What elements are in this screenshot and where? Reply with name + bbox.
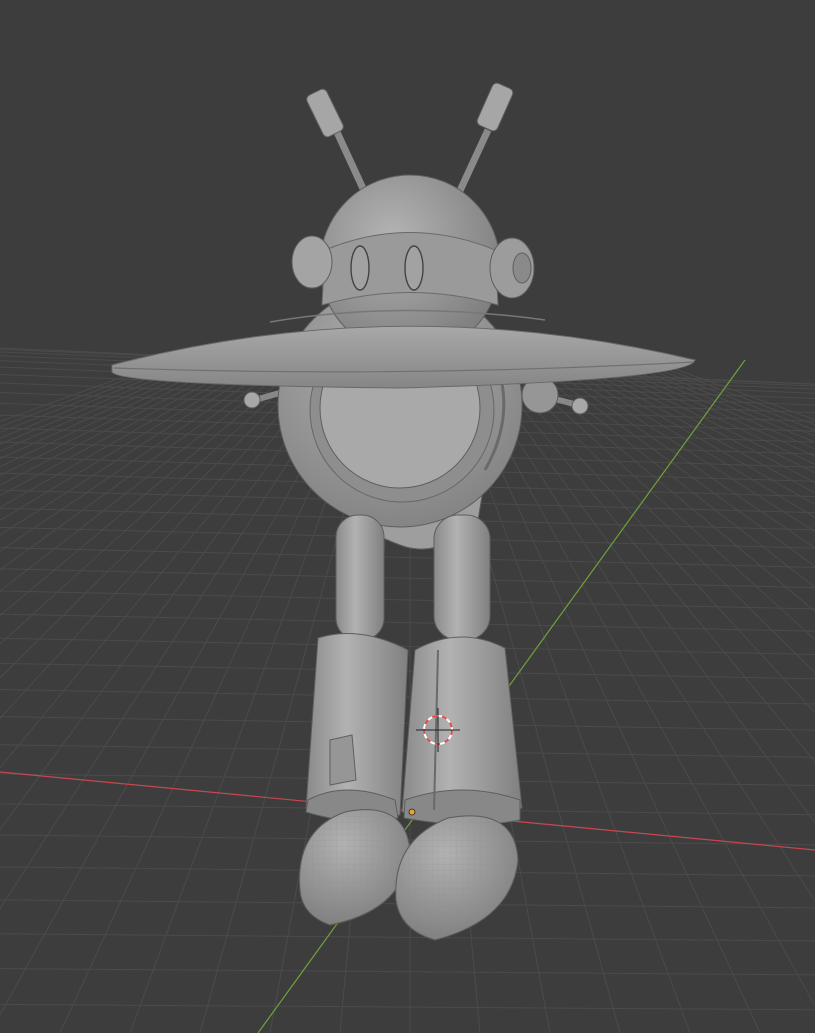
eye-right <box>404 245 424 291</box>
antenna-left[interactable] <box>305 88 370 197</box>
ear-left[interactable] <box>291 235 333 289</box>
ear-right[interactable] <box>489 237 535 299</box>
3d-viewport[interactable] <box>0 0 815 1033</box>
origin-point-icon <box>408 808 416 816</box>
foot-left[interactable] <box>299 809 411 926</box>
shin-left[interactable] <box>305 633 409 822</box>
shin-right[interactable] <box>401 636 523 826</box>
leg-left-upper[interactable] <box>335 514 385 641</box>
leg-right-upper[interactable] <box>433 514 491 641</box>
antenna-right[interactable] <box>454 82 514 197</box>
viewport-canvas[interactable] <box>0 0 815 1033</box>
foot-right[interactable] <box>395 815 519 941</box>
eye-left <box>350 245 370 291</box>
